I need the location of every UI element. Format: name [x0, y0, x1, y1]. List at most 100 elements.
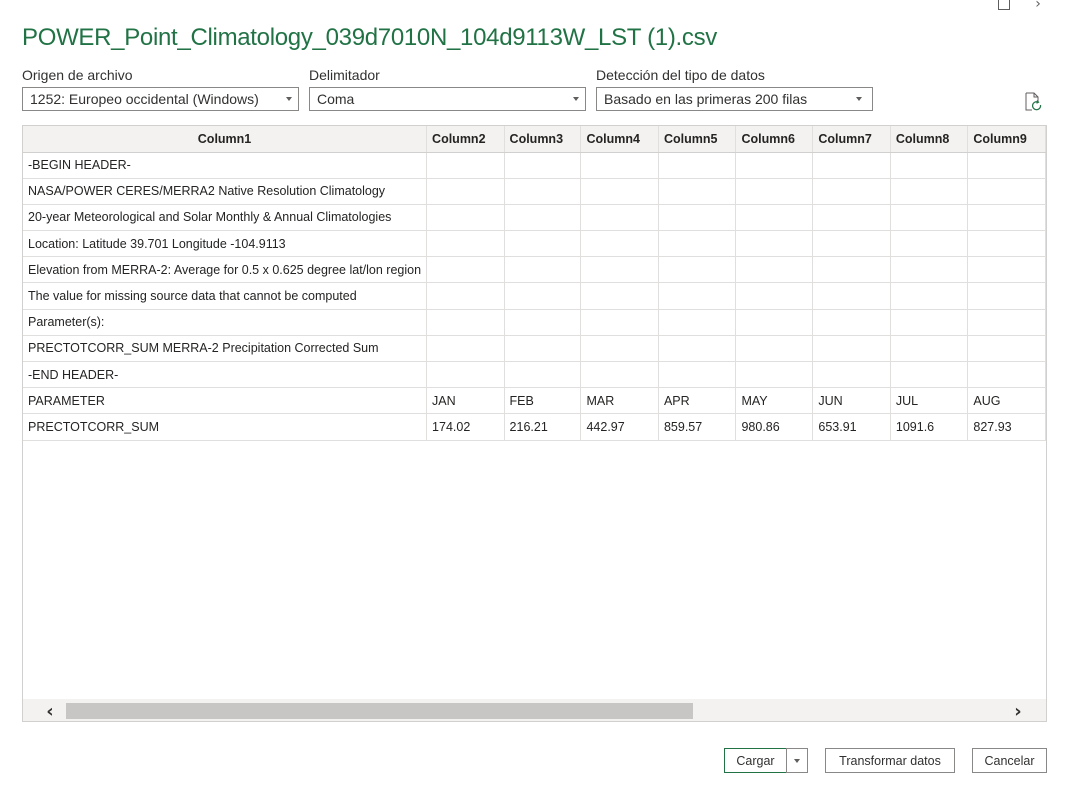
- table-cell: [580, 309, 659, 336]
- table-row: NASA/POWER CERES/MERRA2 Native Resolutio…: [23, 178, 1046, 205]
- load-options-dropdown[interactable]: [786, 748, 808, 773]
- file-origin-label: Origen de archivo: [22, 67, 133, 83]
- table-cell: [812, 152, 891, 179]
- delimiter-field: Delimitador Coma: [309, 67, 586, 111]
- maximize-icon[interactable]: [997, 0, 1011, 11]
- table-cell: [504, 309, 582, 336]
- table-cell: [426, 335, 505, 363]
- column-header[interactable]: Column5: [658, 126, 737, 153]
- table-cell: [504, 178, 582, 205]
- table-cell: [504, 230, 582, 258]
- chevron-down-icon: [573, 97, 579, 101]
- column-header[interactable]: Column4: [580, 126, 659, 153]
- table-cell: [967, 309, 1046, 336]
- table-cell: [890, 152, 969, 179]
- table-cell: [580, 282, 659, 310]
- table-cell: [426, 282, 505, 310]
- table-cell: [504, 256, 582, 284]
- table-cell: [890, 361, 969, 389]
- table-cell: APR: [658, 387, 737, 415]
- column-header[interactable]: Column2: [426, 126, 505, 153]
- table-cell: [735, 335, 814, 363]
- column-header[interactable]: Column3: [504, 126, 582, 153]
- column-header[interactable]: Column7: [812, 126, 891, 153]
- horizontal-scrollbar[interactable]: ‹ ›: [23, 699, 1046, 721]
- table-cell: [812, 361, 891, 389]
- file-origin-field: Origen de archivo 1252: Europeo occident…: [22, 67, 299, 111]
- column-header[interactable]: Column6: [735, 126, 814, 153]
- column-header[interactable]: Column8: [890, 126, 969, 153]
- delimiter-label: Delimitador: [309, 67, 380, 83]
- table-cell: 827.93: [967, 413, 1046, 441]
- table-cell: [890, 335, 969, 363]
- column-header[interactable]: Column1: [23, 126, 428, 153]
- table-cell: [967, 230, 1046, 258]
- table-cell: 859.57: [658, 413, 737, 441]
- table-cell: [658, 282, 737, 310]
- table-cell: 653.91: [812, 413, 891, 441]
- table-cell: [504, 204, 582, 232]
- scrollbar-thumb[interactable]: [66, 703, 693, 719]
- table-cell: [658, 309, 737, 336]
- table-cell: [890, 256, 969, 284]
- refresh-preview-icon[interactable]: [1023, 92, 1043, 112]
- table-cell: The value for missing source data that c…: [23, 282, 428, 310]
- load-button[interactable]: Cargar: [724, 748, 787, 773]
- file-origin-select[interactable]: 1252: Europeo occidental (Windows): [22, 87, 299, 111]
- table-cell: [812, 178, 891, 205]
- table-cell: [890, 309, 969, 336]
- transform-data-button[interactable]: Transformar datos: [825, 748, 955, 773]
- table-header-row: Column1 Column2 Column3 Column4 Column5 Colum…: [23, 126, 1046, 153]
- chevron-down-icon: [286, 97, 292, 101]
- table-cell: 1091.6: [890, 413, 969, 441]
- table-cell: [890, 204, 969, 232]
- table-cell: [967, 152, 1046, 179]
- type-detection-field: Detección del tipo de datos Basado en la…: [596, 67, 873, 111]
- table-cell: [812, 230, 891, 258]
- scroll-right-icon[interactable]: ›: [1008, 701, 1028, 722]
- table-cell: [812, 335, 891, 363]
- table-row: Elevation from MERRA-2: Average for 0.5 …: [23, 256, 1046, 284]
- table-cell: [890, 178, 969, 205]
- table-cell: [580, 152, 659, 179]
- table-cell: NASA/POWER CERES/MERRA2 Native Resolutio…: [23, 178, 428, 205]
- table-cell: [735, 282, 814, 310]
- chevron-right-icon[interactable]: ›: [1031, 0, 1045, 12]
- column-header[interactable]: Column9: [967, 126, 1046, 153]
- table-cell: [426, 230, 505, 258]
- table-cell: 980.86: [735, 413, 814, 441]
- table-cell: [812, 256, 891, 284]
- delimiter-select[interactable]: Coma: [309, 87, 586, 111]
- table-cell: [426, 309, 505, 336]
- scroll-left-icon[interactable]: ‹: [40, 701, 60, 722]
- table-cell: [812, 204, 891, 232]
- cancel-button[interactable]: Cancelar: [972, 748, 1047, 773]
- table-row: PRECTOTCORR_SUM 174.02 216.21 442.97 859.57 9…: [23, 413, 1046, 441]
- table-row: 20-year Meteorological and Solar Monthly…: [23, 204, 1046, 232]
- table-row: The value for missing source data that c…: [23, 282, 1046, 310]
- window-controls: ›: [997, 0, 1065, 14]
- table-cell: AUG: [967, 387, 1046, 415]
- table-row: Location: Latitude 39.701 Longitude -104…: [23, 230, 1046, 258]
- table-cell: [658, 230, 737, 258]
- table-cell: [967, 335, 1046, 363]
- table-cell: [735, 230, 814, 258]
- type-detection-select[interactable]: Basado en las primeras 200 filas: [596, 87, 873, 111]
- table-cell: [658, 178, 737, 205]
- table-cell: 442.97: [580, 413, 659, 441]
- table-cell: [735, 361, 814, 389]
- table-cell: MAR: [580, 387, 659, 415]
- chevron-down-icon: [794, 758, 800, 763]
- table-cell: [967, 178, 1046, 205]
- table-cell: [426, 152, 505, 179]
- table-cell: PARAMETER: [23, 387, 428, 415]
- data-preview-grid: Column1 Column2 Column3 Column4 Column5 Colum…: [22, 125, 1047, 722]
- table-cell: [504, 361, 582, 389]
- table-cell: [658, 204, 737, 232]
- table-cell: 216.21: [504, 413, 582, 441]
- table-cell: [580, 256, 659, 284]
- table-cell: [735, 309, 814, 336]
- table-row: -BEGIN HEADER-: [23, 152, 1046, 179]
- table-cell: MAY: [735, 387, 814, 415]
- table-cell: [890, 282, 969, 310]
